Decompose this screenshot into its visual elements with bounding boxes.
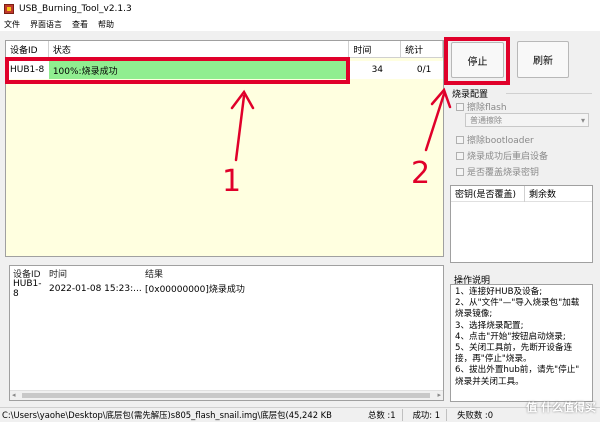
annotation-number-1: 1	[222, 164, 242, 199]
annotation-number-2: 2	[411, 156, 431, 191]
annotation-arrow-1	[234, 94, 246, 162]
annotation-layer	[230, 87, 452, 162]
watermark: 值 什么值得买	[526, 401, 596, 414]
